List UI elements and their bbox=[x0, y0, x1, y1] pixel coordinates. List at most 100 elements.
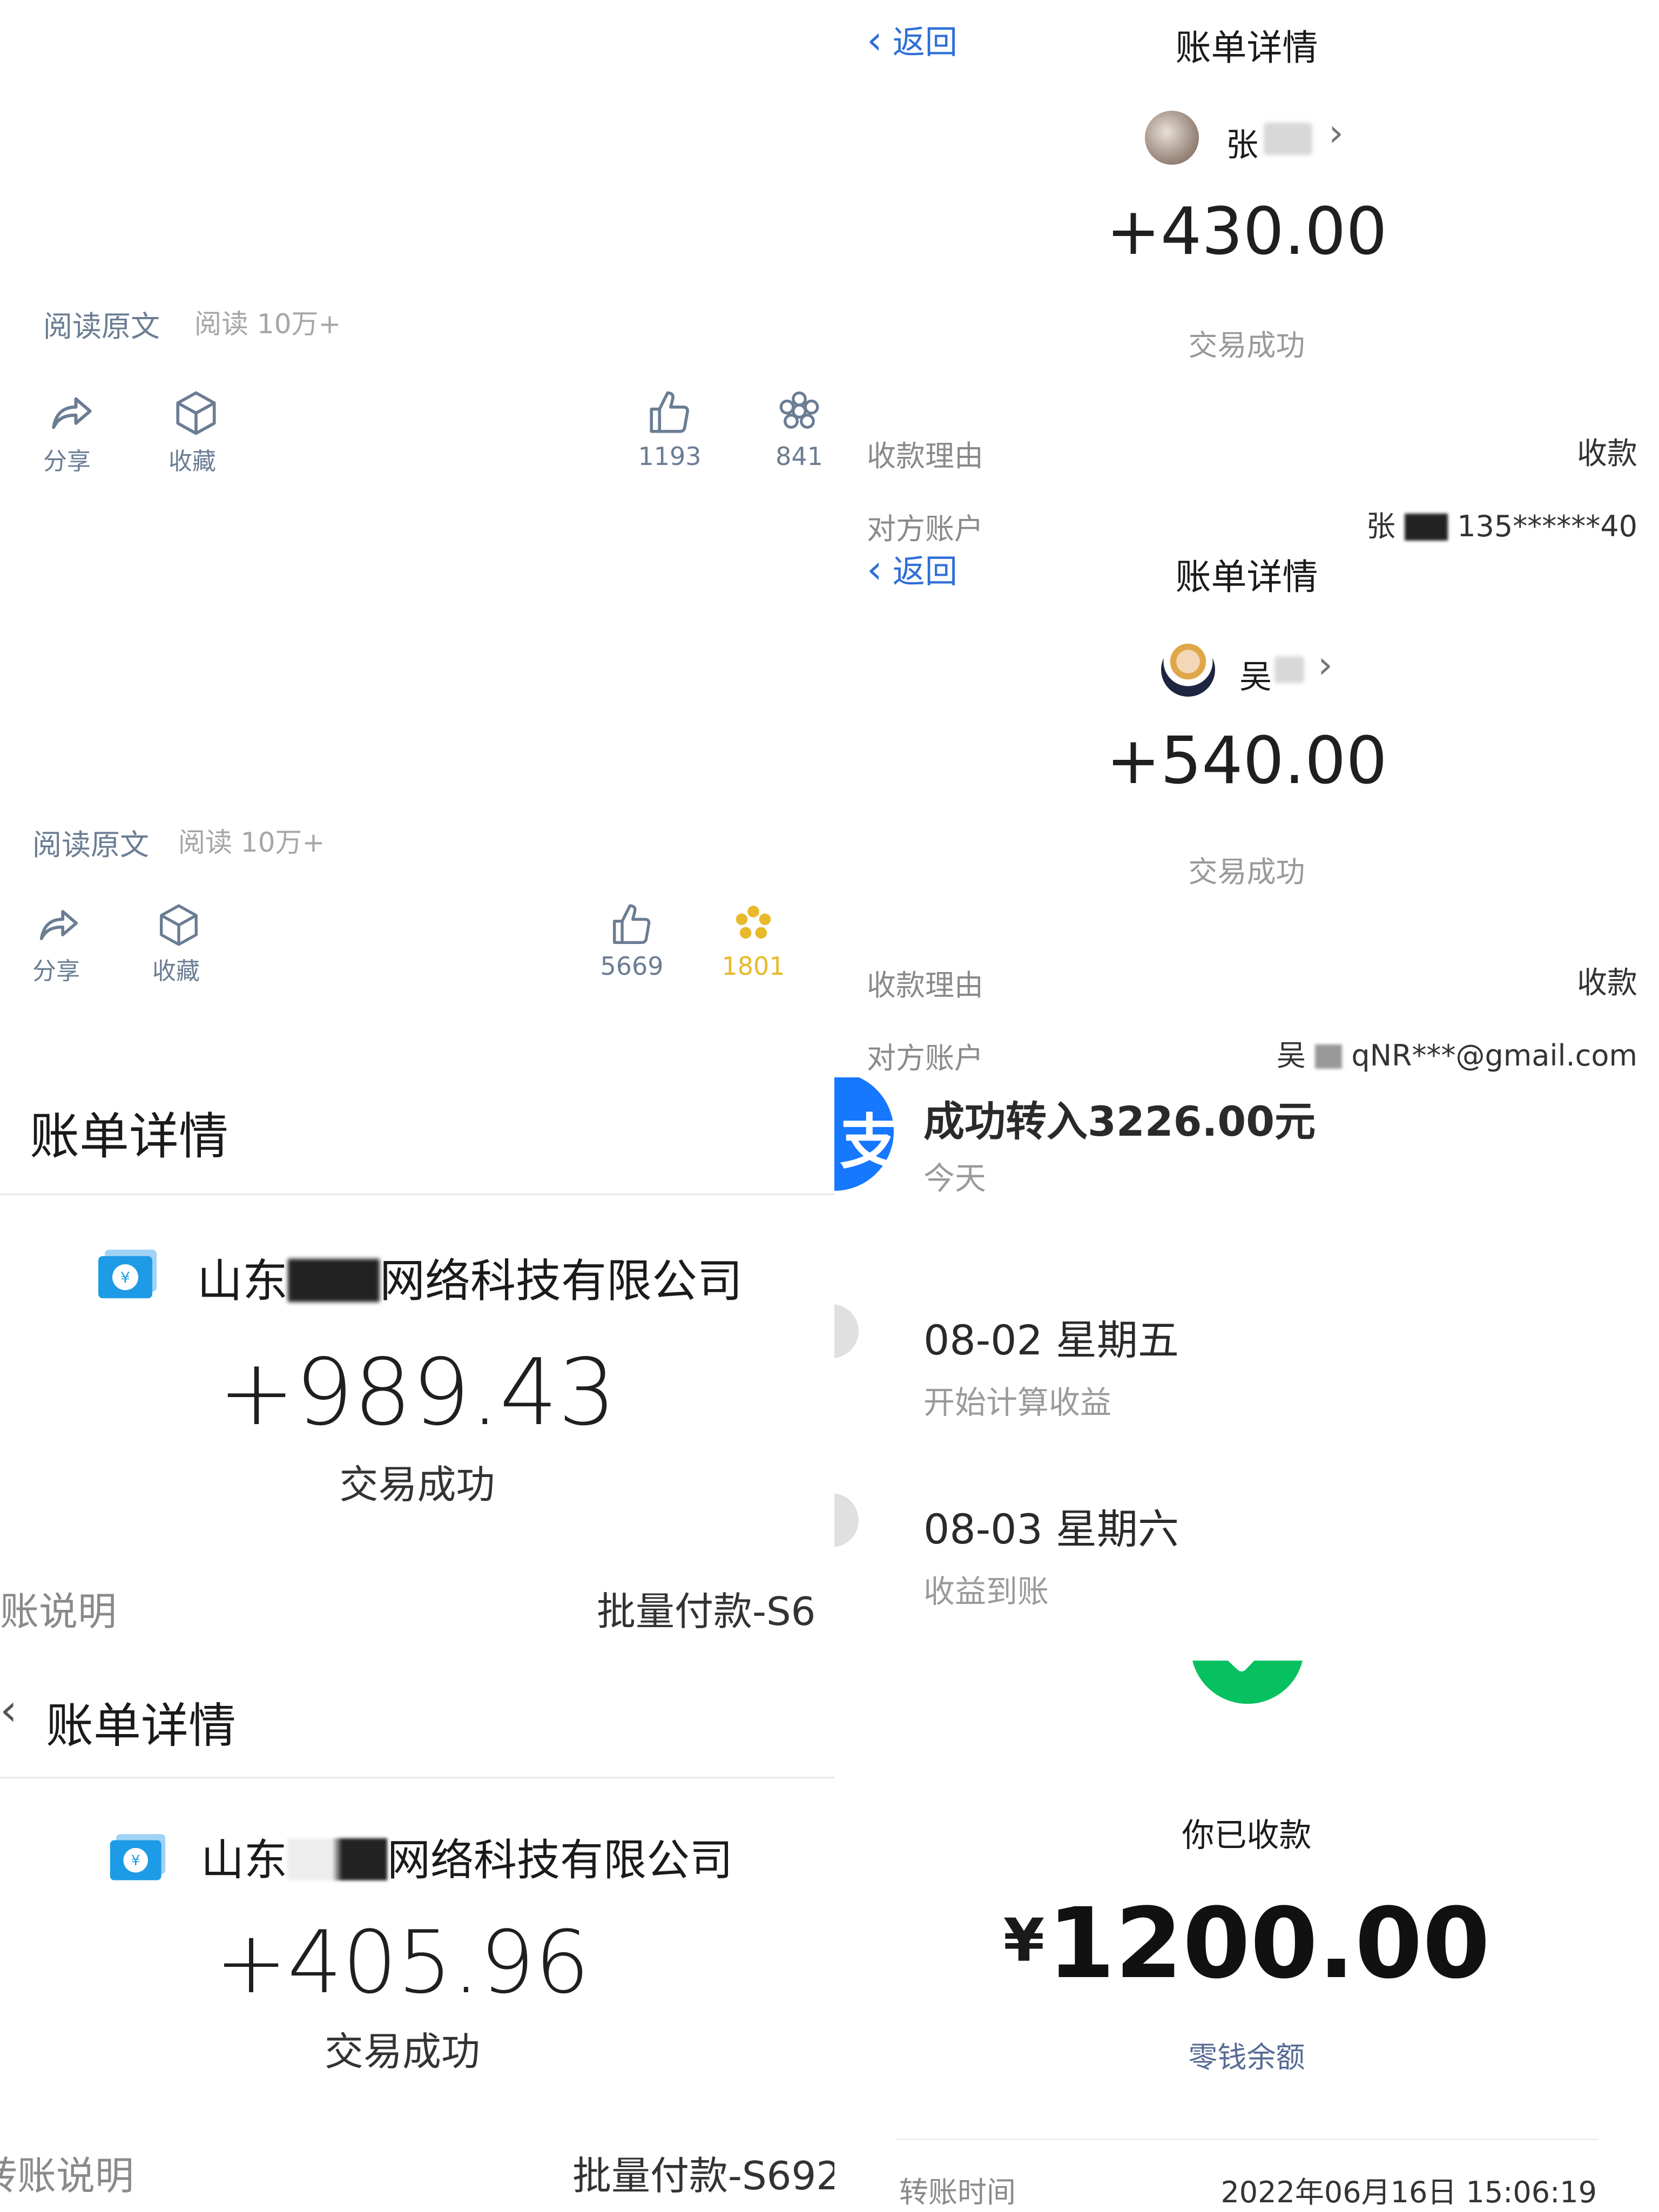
step2-desc: 收益到账 bbox=[923, 1573, 1049, 1610]
status: 交易成功 bbox=[324, 2029, 480, 2074]
wow-flower-icon bbox=[779, 391, 819, 429]
page-title: 账单详情 bbox=[1175, 556, 1318, 598]
avatar bbox=[1145, 111, 1199, 165]
reason-value: 收款 bbox=[1577, 436, 1637, 471]
thumb-up-icon bbox=[613, 904, 651, 944]
bill-detail-1: 账单详情 ¥ 山东 网络科技有限公司 +989.43 交易成功 账说明 批量付款-… bbox=[0, 1075, 834, 1658]
timeline-dot bbox=[834, 1304, 859, 1358]
timeline-dot bbox=[834, 1493, 859, 1547]
read-original-link[interactable]: 阅读原文 bbox=[32, 821, 149, 864]
currency-symbol: ¥ bbox=[1003, 1906, 1045, 1975]
company-prefix: 山东 bbox=[197, 1255, 288, 1307]
like-count: 1193 bbox=[638, 442, 702, 471]
today-label: 今天 bbox=[923, 1160, 987, 1197]
alipay-bill-2: ‹ 返回 账单详情 吴 › +540.00 交易成功 收款理由 收款 对方账户 … bbox=[834, 545, 1659, 1077]
step1-date: 08-02 星期五 bbox=[923, 1316, 1179, 1364]
payer-row[interactable]: 张 › bbox=[1145, 111, 1393, 170]
cube-icon bbox=[176, 391, 216, 435]
svg-text:¥: ¥ bbox=[120, 1269, 130, 1286]
wow-count: 1801 bbox=[721, 952, 785, 981]
collect-button[interactable]: 收藏 bbox=[168, 389, 233, 486]
redacted-block bbox=[288, 1259, 380, 1302]
collect-label: 收藏 bbox=[168, 448, 216, 475]
share-button[interactable]: 分享 bbox=[32, 902, 97, 994]
account-value: 135******40 bbox=[1457, 509, 1637, 543]
account-label: 对方账户 bbox=[867, 512, 983, 545]
company-suffix: 网络科技有限公司 bbox=[387, 1835, 733, 1885]
reason-label: 收款理由 bbox=[867, 439, 983, 473]
company-icon: ¥ bbox=[96, 1246, 159, 1300]
divider bbox=[896, 2139, 1599, 2140]
note-value: 批量付款-S6 bbox=[597, 1589, 816, 1634]
amount: +430.00 bbox=[1106, 194, 1387, 269]
like-button[interactable]: 1193 bbox=[632, 389, 707, 486]
balance-link[interactable]: 零钱余额 bbox=[834, 2033, 1659, 2076]
status: 交易成功 bbox=[1188, 328, 1305, 362]
read-original-link[interactable]: 阅读原文 bbox=[43, 302, 160, 345]
company-prefix: 山东 bbox=[201, 1835, 287, 1885]
redacted-name bbox=[1264, 123, 1312, 155]
wow-button-active[interactable]: 1801 bbox=[716, 902, 791, 994]
article-footer-2: 阅读原文 阅读 10万+ 分享 收藏 5669 1801 bbox=[0, 799, 834, 1031]
payer-name: 张 bbox=[1226, 126, 1258, 164]
note-value: 批量付款-S692 bbox=[572, 2153, 834, 2198]
redacted-name bbox=[1274, 656, 1304, 683]
redacted-block bbox=[1405, 514, 1448, 541]
time-value: 2022年06月16日 15:06:19 bbox=[1220, 2175, 1597, 2209]
wow-button[interactable]: 841 bbox=[761, 389, 834, 486]
redacted-block bbox=[287, 1838, 387, 1880]
share-icon bbox=[52, 397, 92, 429]
collect-label: 收藏 bbox=[152, 957, 200, 985]
reason-value: 收款 bbox=[1577, 966, 1637, 1001]
company-icon: ¥ bbox=[108, 1831, 167, 1883]
time-label: 转账时间 bbox=[899, 2175, 1016, 2209]
amount: 1200.00 bbox=[1047, 1887, 1491, 2000]
note-label: 账说明 bbox=[0, 1589, 117, 1634]
share-label: 分享 bbox=[32, 957, 80, 985]
account-value-row: 吴 qNR***@gmail.com bbox=[1277, 1031, 1637, 1074]
wow-count: 841 bbox=[775, 442, 823, 471]
company-name: 山东 网络科技有限公司 bbox=[197, 1245, 743, 1310]
bill-detail-2: ‹ 账单详情 ¥ 山东 网络科技有限公司 +405.96 交易成功 转账说明 批量… bbox=[0, 1658, 834, 2212]
share-label: 分享 bbox=[43, 448, 91, 475]
chevron-right-icon: › bbox=[1328, 111, 1344, 155]
read-count: 阅读 10万+ bbox=[194, 308, 341, 340]
transfer-timeline: 支 成功转入3226.00元 今天 08-02 星期五 开始计算收益 08-03… bbox=[834, 1077, 1659, 1661]
svg-text:¥: ¥ bbox=[131, 1852, 140, 1869]
share-icon bbox=[39, 910, 78, 940]
received-label: 你已收款 bbox=[1182, 1817, 1312, 1854]
company-suffix: 网络科技有限公司 bbox=[380, 1255, 743, 1307]
like-button[interactable]: 5669 bbox=[594, 902, 670, 994]
payer-row[interactable]: 吴 › bbox=[1161, 643, 1377, 702]
divider bbox=[0, 1193, 834, 1195]
redacted-block bbox=[1315, 1044, 1343, 1069]
read-count: 阅读 10万+ bbox=[178, 827, 325, 858]
headline: 成功转入3226.00元 bbox=[923, 1097, 1316, 1145]
page-title: 账单详情 bbox=[1175, 27, 1318, 69]
account-name: 张 bbox=[1366, 509, 1395, 543]
like-count: 5669 bbox=[600, 952, 664, 981]
payer-name: 吴 bbox=[1239, 658, 1272, 696]
wechat-received: 你已收款 ¥ 1200.00 零钱余额 转账时间 2022年06月16日 15:… bbox=[834, 1661, 1659, 2212]
amount-row: ¥ 1200.00 bbox=[834, 1887, 1659, 2000]
amount: +405.96 bbox=[215, 1912, 590, 2013]
reason-label: 收款理由 bbox=[867, 968, 983, 1002]
amount: +989.43 bbox=[218, 1339, 617, 1446]
avatar bbox=[1161, 643, 1215, 697]
wow-flower-icon bbox=[736, 906, 771, 939]
alipay-bill-1: ‹ 返回 账单详情 张 › +430.00 交易成功 收款理由 收款 对方账户 … bbox=[834, 0, 1659, 545]
status: 交易成功 bbox=[339, 1462, 495, 1507]
share-button[interactable]: 分享 bbox=[43, 389, 108, 486]
company-name: 山东 网络科技有限公司 bbox=[201, 1825, 733, 1888]
amount: +540.00 bbox=[1106, 724, 1387, 799]
note-label: 转账说明 bbox=[0, 2153, 134, 2198]
thumb-up-icon bbox=[650, 391, 689, 433]
cube-icon bbox=[160, 904, 198, 946]
page-title: 账单详情 bbox=[30, 1108, 229, 1165]
divider bbox=[0, 1777, 834, 1778]
status: 交易成功 bbox=[1188, 855, 1305, 889]
page-title: 账单详情 bbox=[46, 1698, 237, 1754]
collect-button[interactable]: 收藏 bbox=[152, 902, 217, 994]
account-value: qNR***@gmail.com bbox=[1351, 1038, 1637, 1073]
back-chevron-icon[interactable]: ‹ bbox=[0, 1685, 17, 1735]
